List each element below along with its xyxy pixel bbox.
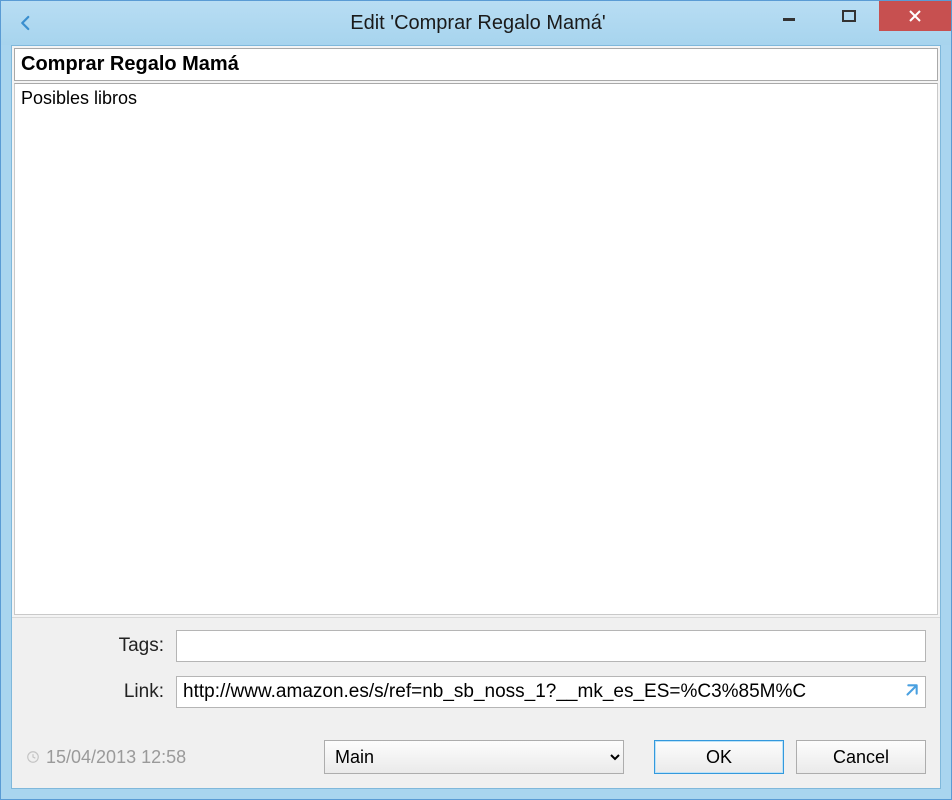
ok-button[interactable]: OK bbox=[654, 740, 784, 774]
title-field-wrap bbox=[12, 46, 940, 83]
bottom-bar: 15/04/2013 12:58 Main OK Cancel bbox=[12, 730, 940, 788]
client-area: Posibles libros Tags: Link: bbox=[11, 45, 941, 789]
tags-input-wrap bbox=[176, 630, 926, 662]
list-select[interactable]: Main bbox=[324, 740, 624, 774]
open-link-icon[interactable] bbox=[900, 682, 920, 702]
timestamp: 15/04/2013 12:58 bbox=[26, 747, 324, 768]
edit-task-window: Edit 'Comprar Regalo Mamá' bbox=[0, 0, 952, 800]
minimize-button[interactable] bbox=[759, 1, 819, 31]
maximize-icon bbox=[842, 9, 856, 23]
window-controls bbox=[759, 1, 951, 31]
tags-label: Tags: bbox=[26, 635, 176, 657]
link-row: Link: bbox=[26, 676, 926, 708]
tags-input[interactable] bbox=[176, 630, 926, 662]
maximize-button[interactable] bbox=[819, 1, 879, 31]
close-button[interactable] bbox=[879, 1, 951, 31]
minimize-icon bbox=[782, 9, 796, 23]
link-label: Link: bbox=[26, 681, 176, 703]
clock-icon bbox=[26, 750, 40, 764]
task-notes-textarea[interactable]: Posibles libros bbox=[14, 83, 938, 615]
tags-row: Tags: bbox=[26, 630, 926, 662]
link-input[interactable] bbox=[176, 676, 926, 708]
close-icon bbox=[907, 8, 923, 24]
fields-panel: Tags: Link: bbox=[12, 617, 940, 730]
cancel-button[interactable]: Cancel bbox=[796, 740, 926, 774]
titlebar: Edit 'Comprar Regalo Mamá' bbox=[1, 1, 951, 45]
link-input-wrap bbox=[176, 676, 926, 708]
task-title-input[interactable] bbox=[14, 48, 938, 81]
timestamp-text: 15/04/2013 12:58 bbox=[46, 747, 186, 768]
